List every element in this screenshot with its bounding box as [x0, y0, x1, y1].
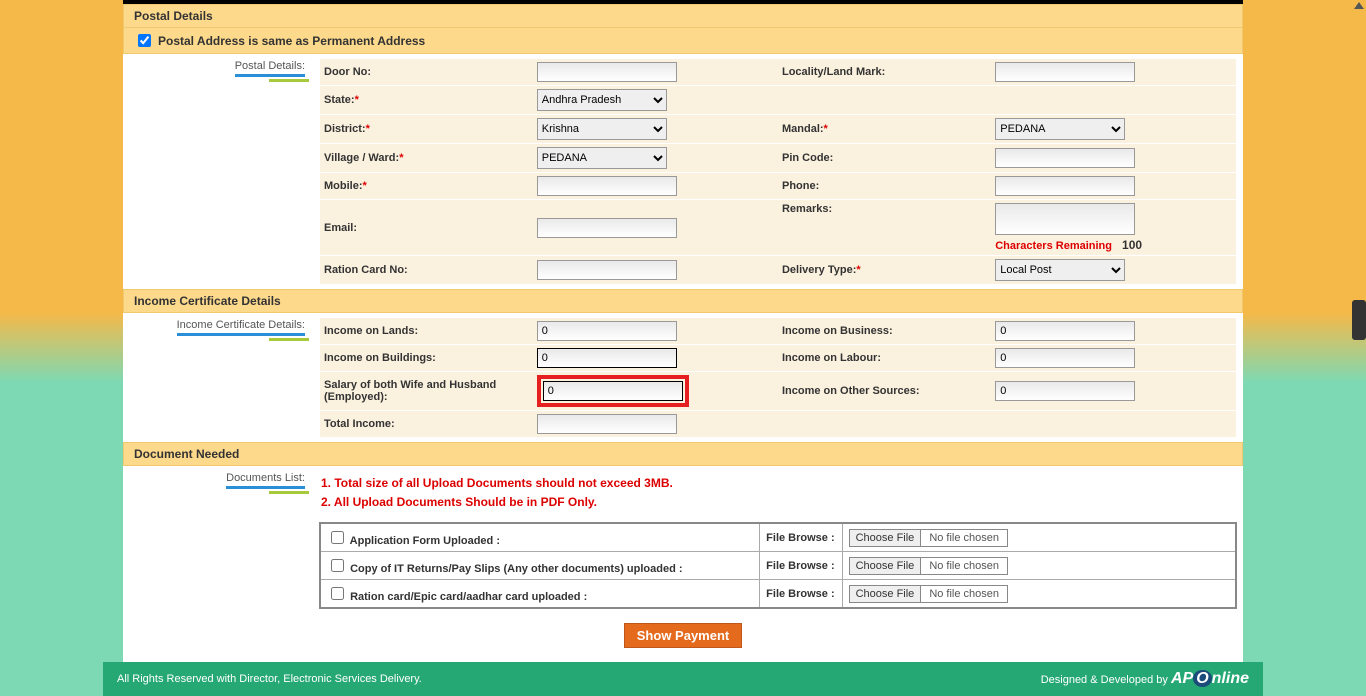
same-address-bar: Postal Address is same as Permanent Addr… [123, 28, 1243, 54]
doc3-label: Ration card/Epic card/aadhar card upload… [350, 591, 587, 603]
delivery-select[interactable]: Local Post [995, 259, 1125, 281]
doorno-input[interactable] [537, 62, 677, 82]
income-lands-input[interactable] [537, 321, 677, 341]
table-row: Application Form Uploaded : File Browse … [320, 523, 1236, 552]
income-buildings-input[interactable] [537, 348, 677, 368]
postal-section-header: Postal Details [123, 4, 1243, 28]
footer-right: Designed & Developed by APOnline [1041, 670, 1249, 688]
ration-input[interactable] [537, 260, 677, 280]
income-business-input[interactable] [995, 321, 1135, 341]
mandal-select[interactable]: PEDANA [995, 118, 1125, 140]
phone-input[interactable] [995, 176, 1135, 196]
table-row: Ration card/Epic card/aadhar card upload… [320, 580, 1236, 609]
char-remaining-label: Characters Remaining [995, 240, 1112, 252]
documents-table: Application Form Uploaded : File Browse … [319, 522, 1237, 609]
documents-section-header: Document Needed [123, 442, 1243, 466]
income-other-label: Income on Other Sources: [778, 372, 991, 411]
footer-left: All Rights Reserved with Director, Elect… [117, 673, 422, 685]
state-label: State:* [320, 86, 533, 115]
state-select[interactable]: Andhra Pradesh [537, 89, 667, 111]
table-row: Copy of IT Returns/Pay Slips (Any other … [320, 552, 1236, 580]
doc1-label: Application Form Uploaded : [350, 535, 500, 547]
delivery-label: Delivery Type:* [778, 256, 991, 285]
mobile-label: Mobile:* [320, 173, 533, 200]
doc2-label: Copy of IT Returns/Pay Slips (Any other … [350, 563, 682, 575]
income-side-label: Income Certificate Details: [123, 313, 313, 342]
income-lands-label: Income on Lands: [320, 318, 533, 345]
district-label: District:* [320, 115, 533, 144]
income-business-label: Income on Business: [778, 318, 991, 345]
same-address-checkbox[interactable] [138, 34, 151, 47]
show-payment-button[interactable]: Show Payment [624, 623, 742, 648]
doc3-file-input[interactable]: Choose FileNo file chosen [849, 585, 1008, 603]
district-select[interactable]: Krishna [537, 118, 667, 140]
file-browse-label: File Browse : [760, 552, 842, 580]
mandal-label: Mandal:* [778, 115, 991, 144]
village-select[interactable]: PEDANA [537, 147, 667, 169]
income-section-header: Income Certificate Details [123, 289, 1243, 313]
file-browse-label: File Browse : [760, 580, 842, 609]
postal-form: Door No: Locality/Land Mark: State:* And… [319, 58, 1237, 285]
doc1-file-input[interactable]: Choose FileNo file chosen [849, 529, 1008, 547]
doc-note-2: 2. All Upload Documents Should be in PDF… [321, 493, 1235, 512]
pincode-input[interactable] [995, 148, 1135, 168]
income-form: Income on Lands: Income on Business: Inc… [319, 317, 1237, 438]
remarks-textarea[interactable] [995, 203, 1135, 235]
income-total-label: Total Income: [320, 411, 533, 438]
locality-label: Locality/Land Mark: [778, 59, 991, 86]
scrollbar-thumb[interactable] [1352, 300, 1366, 340]
doc2-checkbox[interactable] [331, 559, 344, 572]
doc3-checkbox[interactable] [331, 587, 344, 600]
income-salary-input[interactable] [543, 381, 683, 401]
file-browse-label: File Browse : [760, 523, 842, 552]
income-labour-input[interactable] [995, 348, 1135, 368]
postal-side-label: Postal Details: [123, 54, 313, 83]
page-container: Postal Details Postal Address is same as… [123, 0, 1243, 662]
doc1-checkbox[interactable] [331, 531, 344, 544]
ration-label: Ration Card No: [320, 256, 533, 285]
pincode-label: Pin Code: [778, 144, 991, 173]
mobile-input[interactable] [537, 176, 677, 196]
doc-notes: 1. Total size of all Upload Documents sh… [319, 470, 1237, 516]
documents-side-label: Documents List: [123, 466, 313, 495]
income-other-input[interactable] [995, 381, 1135, 401]
doorno-label: Door No: [320, 59, 533, 86]
salary-highlight [537, 375, 689, 407]
income-salary-label: Salary of both Wife and Husband (Employe… [320, 372, 533, 411]
aponline-logo: APOnline [1171, 670, 1249, 687]
income-buildings-label: Income on Buildings: [320, 345, 533, 372]
doc-note-1: 1. Total size of all Upload Documents sh… [321, 474, 1235, 493]
char-remaining-count: 100 [1122, 238, 1142, 252]
locality-input[interactable] [995, 62, 1135, 82]
village-label: Village / Ward:* [320, 144, 533, 173]
footer: All Rights Reserved with Director, Elect… [103, 662, 1263, 696]
doc2-file-input[interactable]: Choose FileNo file chosen [849, 557, 1008, 575]
same-address-label: Postal Address is same as Permanent Addr… [158, 34, 425, 48]
scroll-up-icon[interactable] [1354, 2, 1364, 9]
phone-label: Phone: [778, 173, 991, 200]
remarks-label: Remarks: [778, 200, 991, 256]
email-input[interactable] [537, 218, 677, 238]
income-labour-label: Income on Labour: [778, 345, 991, 372]
email-label: Email: [320, 200, 533, 256]
income-total-input[interactable] [537, 414, 677, 434]
